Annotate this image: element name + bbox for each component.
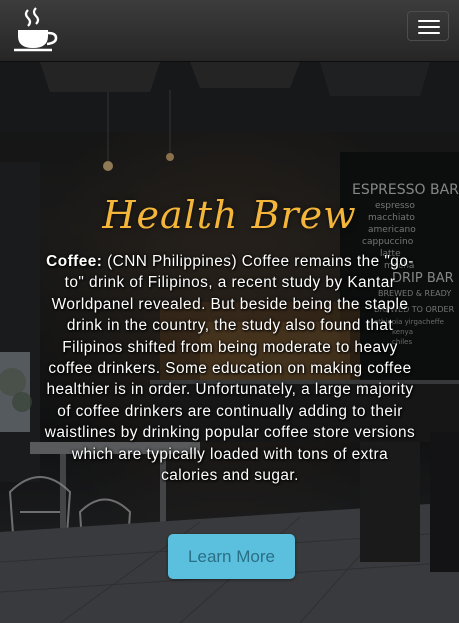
learn-more-button[interactable]: Learn More bbox=[168, 534, 295, 579]
hero-title: Health Brew bbox=[102, 193, 357, 237]
hamburger-menu-icon bbox=[418, 20, 440, 22]
hero-description: Coffee: (CNN Philippines) Coffee remains… bbox=[44, 251, 416, 486]
navbar bbox=[0, 0, 459, 62]
menu-toggle-button[interactable] bbox=[407, 11, 449, 41]
lead-label: Coffee: bbox=[46, 253, 103, 270]
coffee-cup-icon[interactable] bbox=[12, 6, 60, 56]
article-text: (CNN Philippines) Coffee remains the "go… bbox=[44, 253, 416, 485]
